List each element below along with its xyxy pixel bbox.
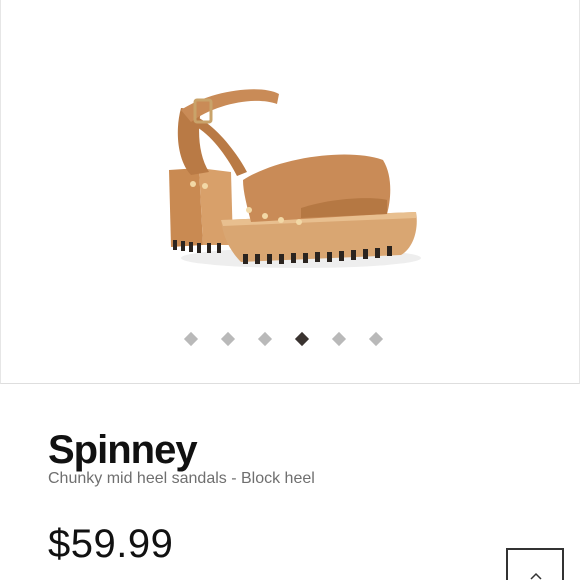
product-price: $59.99 [48,522,174,566]
product-description: Chunky mid heel sandals - Block heel [48,470,315,487]
product-image [169,89,421,268]
product-title: Spinney [48,428,198,472]
carousel-dot-1[interactable] [183,331,199,347]
product-page: Spinney Chunky mid heel sandals - Block … [0,0,580,580]
carousel-dot-6[interactable] [368,331,384,347]
carousel-dot-3[interactable] [257,331,273,347]
carousel-dot-2[interactable] [220,331,236,347]
carousel-dot-4[interactable] [294,331,310,347]
image-carousel-dots [1,330,580,350]
carousel-dot-5[interactable] [331,331,347,347]
scroll-to-top-button[interactable] [506,548,564,580]
product-image-gallery[interactable] [0,0,580,384]
chevron-up-icon [530,572,542,580]
